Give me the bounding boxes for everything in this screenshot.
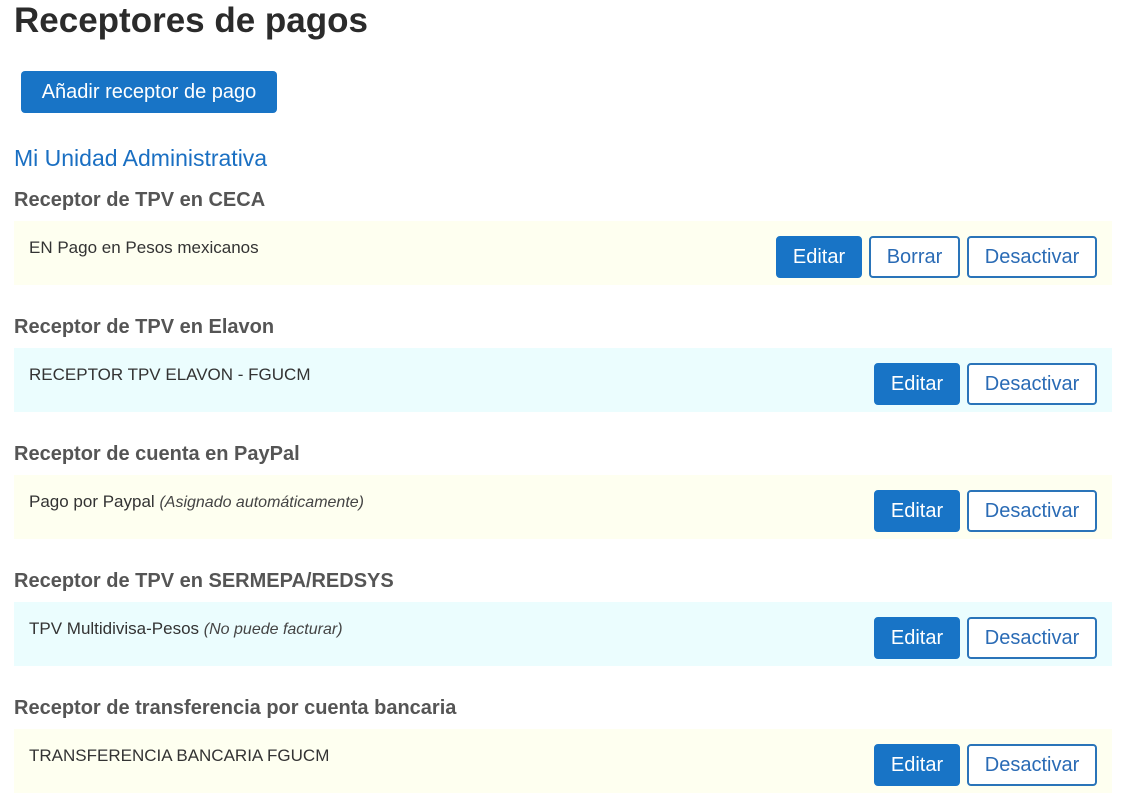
add-payment-receiver-button[interactable]: Añadir receptor de pago — [21, 71, 277, 113]
receiver-note: (Asignado automáticamente) — [159, 494, 364, 511]
receiver-name: EN Pago en Pesos mexicanos — [29, 237, 259, 259]
row-actions: Editar Desactivar — [874, 617, 1097, 659]
deactivate-button[interactable]: Desactivar — [967, 236, 1097, 278]
receiver-name-text: TPV Multidivisa-Pesos — [29, 619, 200, 638]
receiver-section-ceca: Receptor de TPV en CECA EN Pago en Pesos… — [14, 187, 1112, 285]
receiver-row: TPV Multidivisa-Pesos (No puede facturar… — [14, 602, 1112, 666]
receiver-section-redsys: Receptor de TPV en SERMEPA/REDSYS TPV Mu… — [14, 568, 1112, 666]
page-title: Receptores de pagos — [14, 1, 368, 40]
deactivate-button[interactable]: Desactivar — [967, 490, 1097, 532]
receiver-row: RECEPTOR TPV ELAVON - FGUCM Editar Desac… — [14, 348, 1112, 412]
edit-button[interactable]: Editar — [874, 363, 960, 405]
row-actions: Editar Borrar Desactivar — [776, 236, 1097, 278]
receiver-section-paypal: Receptor de cuenta en PayPal Pago por Pa… — [14, 441, 1112, 539]
row-actions: Editar Desactivar — [874, 490, 1097, 532]
edit-button[interactable]: Editar — [874, 490, 960, 532]
section-heading: Receptor de TPV en Elavon — [14, 316, 275, 338]
delete-button[interactable]: Borrar — [869, 236, 960, 278]
edit-button[interactable]: Editar — [776, 236, 862, 278]
receiver-name: RECEPTOR TPV ELAVON - FGUCM — [29, 364, 311, 386]
receiver-name: TRANSFERENCIA BANCARIA FGUCM — [29, 745, 329, 767]
edit-button[interactable]: Editar — [874, 617, 960, 659]
deactivate-button[interactable]: Desactivar — [967, 617, 1097, 659]
receiver-name-text: EN Pago en Pesos mexicanos — [29, 238, 259, 257]
deactivate-button[interactable]: Desactivar — [967, 744, 1097, 786]
receiver-section-elavon: Receptor de TPV en Elavon RECEPTOR TPV E… — [14, 314, 1112, 412]
administrative-unit-link[interactable]: Mi Unidad Administrativa — [14, 143, 267, 173]
row-actions: Editar Desactivar — [874, 744, 1097, 786]
receiver-name: TPV Multidivisa-Pesos (No puede facturar… — [29, 618, 343, 641]
receiver-row: EN Pago en Pesos mexicanos Editar Borrar… — [14, 221, 1112, 285]
receiver-name: Pago por Paypal (Asignado automáticament… — [29, 491, 364, 514]
receiver-name-text: Pago por Paypal — [29, 492, 155, 511]
receiver-row: Pago por Paypal (Asignado automáticament… — [14, 475, 1112, 539]
deactivate-button[interactable]: Desactivar — [967, 363, 1097, 405]
receiver-note: (No puede facturar) — [203, 621, 343, 638]
receiver-section-bank-transfer: Receptor de transferencia por cuenta ban… — [14, 695, 1112, 793]
payment-receivers-page: Receptores de pagos Añadir receptor de p… — [0, 0, 1142, 802]
section-heading: Receptor de cuenta en PayPal — [14, 443, 300, 465]
receiver-name-text: TRANSFERENCIA BANCARIA FGUCM — [29, 746, 330, 765]
edit-button[interactable]: Editar — [874, 744, 960, 786]
receiver-row: TRANSFERENCIA BANCARIA FGUCM Editar Desa… — [14, 729, 1112, 793]
receiver-name-text: RECEPTOR TPV ELAVON - FGUCM — [29, 365, 311, 384]
section-heading: Receptor de TPV en CECA — [14, 189, 266, 211]
row-actions: Editar Desactivar — [874, 363, 1097, 405]
section-heading: Receptor de TPV en SERMEPA/REDSYS — [14, 570, 394, 592]
section-heading: Receptor de transferencia por cuenta ban… — [14, 697, 457, 719]
